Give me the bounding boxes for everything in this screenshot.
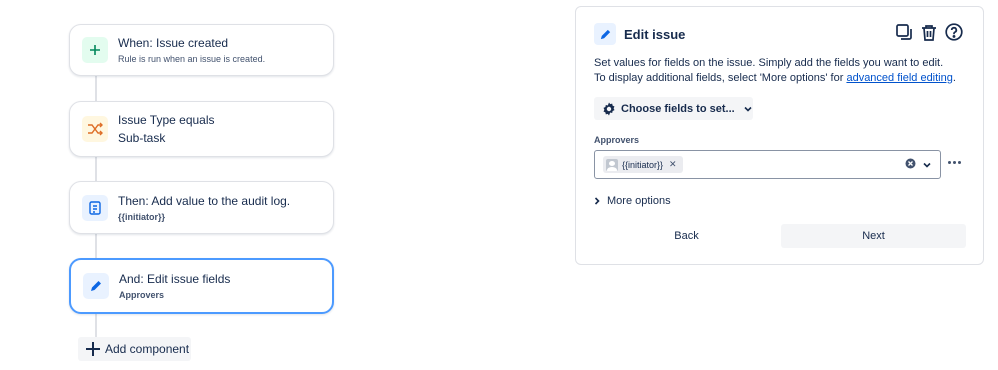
- add-component-button[interactable]: Add component: [78, 337, 191, 361]
- initiator-tag: {{initiator}} ✕: [603, 156, 683, 173]
- node-title: Then: Add value to the audit log.: [118, 193, 291, 208]
- action-node-audit-log[interactable]: Then: Add value to the audit log. {{init…: [69, 181, 334, 234]
- more-options-label: More options: [607, 195, 671, 207]
- node-title: And: Edit issue fields: [119, 272, 231, 286]
- chevron-down-icon: [743, 105, 753, 113]
- node-title: Issue Type equals: [118, 113, 215, 127]
- choose-fields-button[interactable]: Choose fields to set...: [594, 97, 753, 120]
- node-subtitle: Rule is run when an issue is created.: [118, 54, 266, 64]
- advanced-field-editing-link[interactable]: advanced field editing: [846, 72, 952, 84]
- description-line-2: To display additional fields, select 'Mo…: [594, 72, 956, 84]
- choose-fields-label: Choose fields to set...: [621, 102, 735, 115]
- panel-actions: [895, 23, 963, 41]
- node-subtitle: Approvers: [119, 290, 165, 300]
- approvers-label: Approvers: [594, 135, 640, 145]
- pencil-icon: [594, 23, 616, 45]
- plus-icon: [86, 342, 100, 356]
- clear-icon[interactable]: [905, 156, 916, 174]
- panel-description: Set values for fields on the issue. Simp…: [594, 56, 974, 86]
- pencil-icon: [83, 273, 109, 299]
- help-icon[interactable]: [945, 23, 963, 41]
- add-component-label: Add component: [105, 342, 190, 356]
- duplicate-icon[interactable]: [895, 23, 913, 41]
- condition-node-issue-type[interactable]: Issue Type equals Sub-task: [69, 101, 334, 157]
- more-actions-icon[interactable]: [946, 157, 963, 168]
- next-button[interactable]: Next: [781, 224, 966, 248]
- automation-canvas: When: Issue created Rule is run when an …: [0, 0, 998, 370]
- trash-icon[interactable]: [920, 23, 938, 41]
- node-subtitle: {{initiator}}: [118, 211, 166, 222]
- shuffle-icon: [82, 116, 108, 142]
- node-subtitle: Sub-task: [118, 131, 166, 145]
- panel-title: Edit issue: [624, 26, 686, 42]
- approvers-select[interactable]: {{initiator}} ✕: [594, 150, 941, 179]
- trigger-node-issue-created[interactable]: When: Issue created Rule is run when an …: [69, 24, 334, 76]
- back-button[interactable]: Back: [594, 224, 779, 248]
- select-indicators: [905, 156, 932, 174]
- avatar-icon: [606, 158, 618, 171]
- node-title: When: Issue created: [118, 36, 229, 50]
- action-node-edit-issue[interactable]: And: Edit issue fields Approvers: [69, 258, 334, 314]
- panel-header: Edit issue: [594, 23, 685, 45]
- more-options-toggle[interactable]: More options: [594, 195, 671, 207]
- gear-icon: [602, 102, 616, 116]
- document-icon: [82, 194, 108, 221]
- tag-label: {{initiator}}: [622, 159, 664, 170]
- chevron-right-icon: [594, 197, 600, 205]
- plus-icon: [82, 37, 108, 63]
- description-line-1: Set values for fields on the issue. Simp…: [594, 57, 944, 69]
- edit-issue-panel: Edit issue Set values for fields on the …: [575, 6, 984, 265]
- remove-tag-icon[interactable]: ✕: [669, 159, 677, 170]
- chevron-down-icon[interactable]: [922, 156, 932, 174]
